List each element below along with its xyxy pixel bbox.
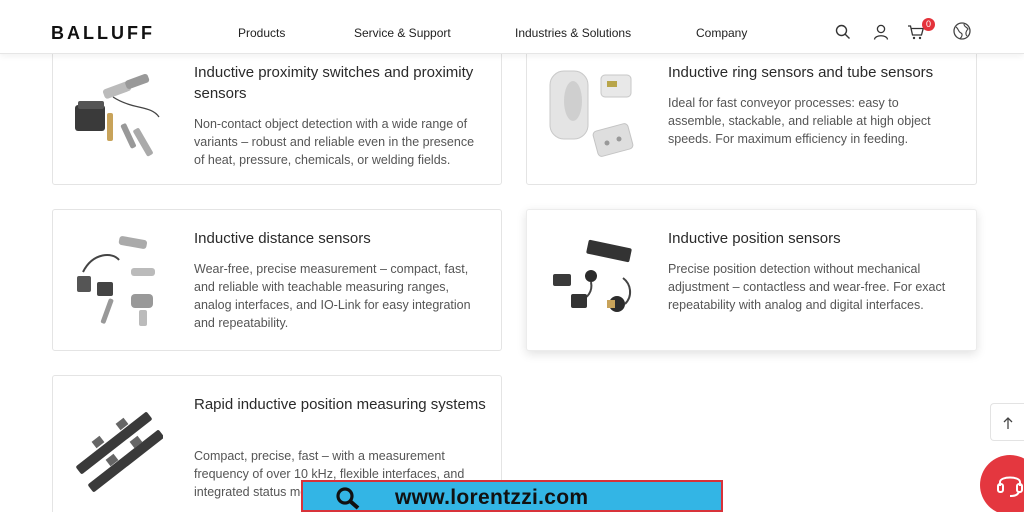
product-card-distance-sensors[interactable]: Inductive distance sensors Wear-free, pr… — [52, 209, 502, 351]
card-title[interactable]: Inductive distance sensors — [194, 228, 494, 249]
nav-industries-solutions[interactable]: Industries & Solutions — [515, 26, 631, 40]
card-title[interactable]: Inductive ring sensors and tube sensors — [668, 62, 968, 83]
card-title[interactable]: Inductive proximity switches and proximi… — [194, 62, 494, 104]
arrow-up-icon — [1003, 417, 1013, 429]
headset-icon — [997, 476, 1023, 497]
cart-count-badge: 0 — [922, 18, 935, 31]
card-description: Non-contact object detection with a wide… — [194, 117, 475, 167]
page: BALLUFF Products Service & Support Indus… — [0, 0, 1024, 512]
search-icon[interactable] — [834, 23, 852, 41]
support-chat-button[interactable] — [980, 455, 1024, 512]
card-description: Precise position detection without mecha… — [668, 262, 946, 312]
watermark-text: www.lorentzzi.com — [395, 486, 589, 509]
nav-products[interactable]: Products — [238, 26, 285, 40]
card-title[interactable]: Rapid inductive position measuring syste… — [194, 394, 494, 415]
proximity-sensors-image — [73, 65, 163, 165]
position-sensors-image — [547, 232, 637, 332]
nav-service-support[interactable]: Service & Support — [354, 26, 451, 40]
user-icon[interactable] — [872, 23, 890, 41]
card-title[interactable]: Inductive position sensors — [668, 228, 968, 249]
balluff-logo[interactable]: BALLUFF — [51, 24, 155, 42]
product-card-position-sensors[interactable]: Inductive position sensors Precise posit… — [526, 209, 977, 351]
card-description: Ideal for fast conveyor processes: easy … — [668, 96, 931, 146]
card-description: Wear-free, precise measurement – compact… — [194, 262, 471, 330]
magnifier-icon — [336, 487, 360, 510]
nav-company[interactable]: Company — [696, 26, 747, 40]
distance-sensors-image — [73, 232, 163, 332]
site-header: BALLUFF Products Service & Support Indus… — [0, 0, 1024, 54]
product-card-proximity-switches[interactable]: Inductive proximity switches and proximi… — [52, 44, 502, 185]
product-card-ring-sensors[interactable]: Inductive ring sensors and tube sensors … — [526, 44, 977, 185]
language-icon[interactable] — [952, 21, 972, 41]
position-measuring-systems-image — [73, 398, 163, 498]
watermark-banner: www.lorentzzi.com — [301, 480, 723, 512]
ring-sensors-image — [547, 65, 637, 165]
back-to-top-button[interactable] — [990, 403, 1024, 441]
